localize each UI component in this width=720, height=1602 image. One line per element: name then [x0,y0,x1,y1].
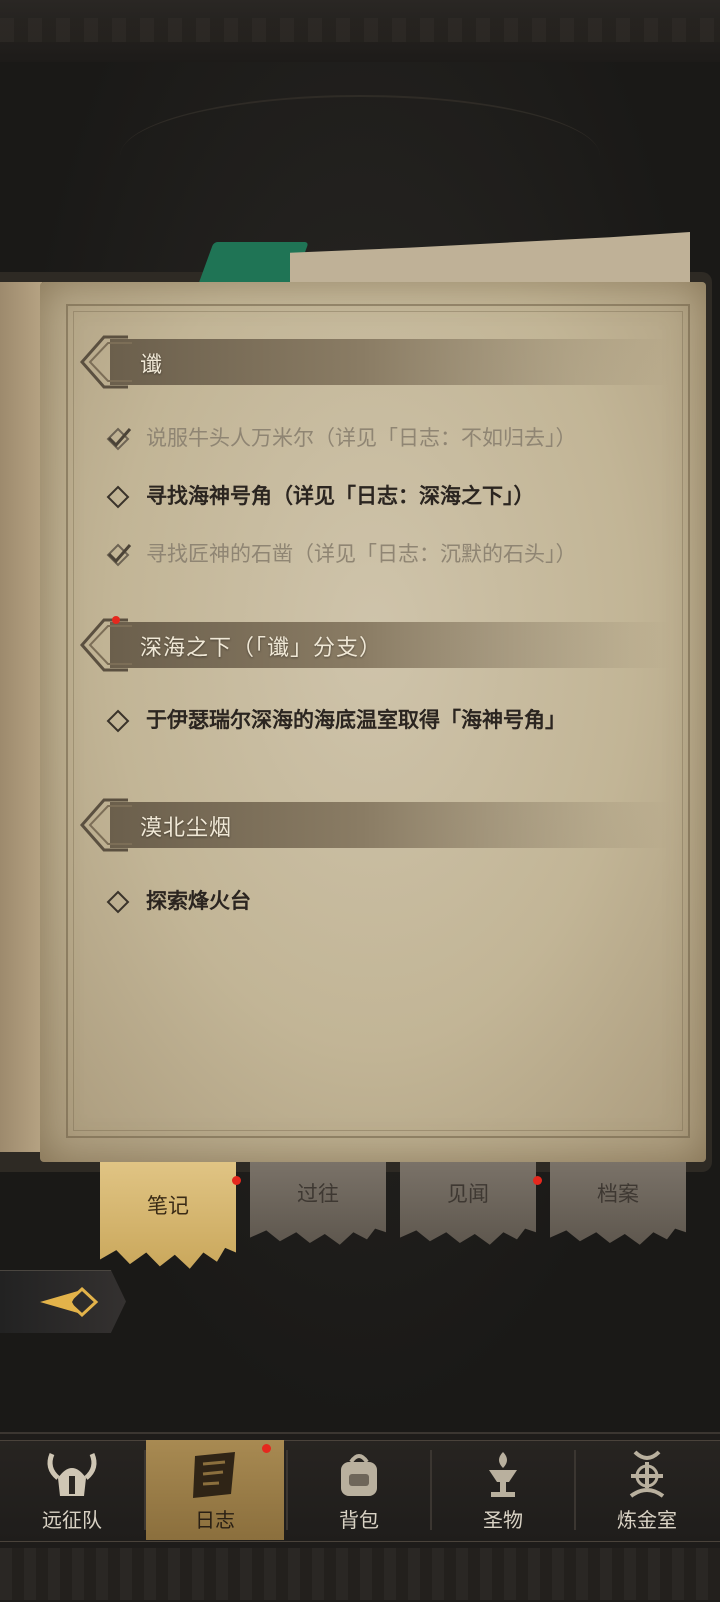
nav-expedition[interactable]: 远征队 [3,1440,141,1540]
tab-label: 档案 [597,1182,639,1206]
tab-label: 笔记 [147,1194,189,1218]
tab-notes-badge [232,1176,241,1185]
backpack-icon [341,1454,377,1496]
nav-divider [574,1450,576,1530]
section-arrow-icon [80,618,132,672]
section-arrow-icon [80,798,132,852]
back-arrow-icon [40,1286,99,1318]
tab-label: 见闻 [447,1182,489,1206]
quest-text: 说服牛头人万米尔（详见「日志：不如归去」） [146,426,577,450]
top-ornament-border [0,0,720,64]
quest-text: 探索烽火台 [146,889,251,913]
nav-backpack[interactable]: 背包 [290,1440,428,1540]
quest-text: 于伊瑟瑞尔深海的海底温室取得「海神号角」 [146,708,566,732]
section-band [110,339,670,385]
notification-badge [112,616,120,624]
nav-relics[interactable]: 圣物 [434,1440,572,1540]
nav-journal[interactable]: 日志 [146,1440,284,1540]
nav-divider [430,1450,432,1530]
nav-label: 圣物 [483,1508,523,1532]
diamond-icon [106,485,130,509]
book-left-page-edge [0,282,44,1152]
nav-label: 日志 [195,1508,235,1532]
viking-helmet-icon [47,1453,97,1496]
journal-icon [193,1452,235,1498]
section-header-deep-sea[interactable]: 深海之下（「谶」分支） [78,616,678,674]
nav-label: 背包 [339,1508,379,1532]
check-diamond-icon [106,543,132,567]
nav-alchemy[interactable]: 炼金室 [578,1440,716,1540]
section-arrow-icon [80,335,132,389]
diamond-icon [106,709,130,733]
tab-label: 过往 [297,1182,339,1206]
relic-icon [489,1452,517,1497]
back-button[interactable] [0,1270,126,1333]
nav-label: 远征队 [42,1508,102,1532]
check-diamond-icon [106,427,132,451]
nav-journal-badge [262,1444,271,1453]
diamond-icon [106,890,130,914]
section-title: 深海之下（「谶」分支） [140,636,383,661]
section-title: 谶 [140,353,164,378]
section-title: 漠北尘烟 [140,816,233,841]
nav-divider [286,1450,288,1530]
section-header-desert[interactable]: 漠北尘烟 [78,796,678,854]
decorative-arch [120,95,600,217]
tab-knowledge-badge [533,1176,542,1185]
quest-text: 寻找匠神的石凿（详见「日志：沉默的石头」） [146,542,577,566]
bottom-ornament-border [0,1548,720,1600]
alchemy-icon [629,1450,665,1498]
section-header-chen[interactable]: 谶 [78,333,678,391]
quest-text: 寻找海神号角（详见「日志：深海之下」） [146,484,535,508]
nav-label: 炼金室 [617,1508,677,1532]
